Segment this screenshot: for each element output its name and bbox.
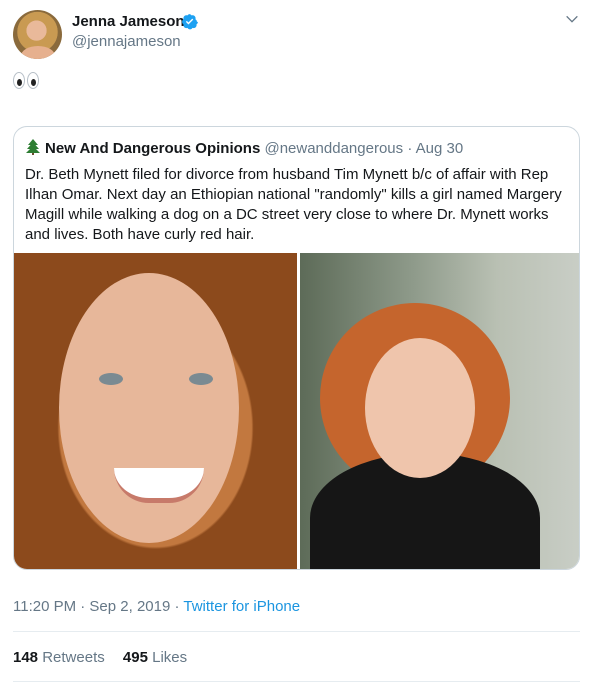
tweet-text — [13, 71, 41, 93]
retweets-count: 148 — [13, 649, 39, 666]
tweet-source-link[interactable]: Twitter for iPhone — [183, 598, 300, 615]
quoted-tweet[interactable]: New And Dangerous Opinions @newanddanger… — [13, 126, 580, 570]
divider — [13, 681, 580, 682]
quoted-date: · Aug 30 — [407, 140, 464, 157]
chevron-down-icon[interactable] — [564, 11, 580, 27]
quoted-author-name[interactable]: New And Dangerous Opinions — [45, 140, 260, 157]
avatar-shoulder — [21, 46, 55, 59]
likes-stat[interactable]: 495 Likes — [123, 649, 187, 666]
tweet-stats: 148 Retweets 495 Likes — [13, 649, 201, 666]
timestamp-text[interactable]: 11:20 PM · Sep 2, 2019 — [13, 598, 170, 615]
divider — [13, 631, 580, 632]
likes-label: Likes — [152, 649, 188, 666]
avatar[interactable] — [13, 10, 62, 59]
quoted-text: Dr. Beth Mynett filed for divorce from h… — [25, 166, 562, 243]
quoted-header: New And Dangerous Opinions @newanddanger… — [25, 139, 463, 157]
quoted-photo-2[interactable] — [300, 253, 579, 569]
quoted-author-handle[interactable]: @newanddangerous — [264, 140, 403, 157]
evergreen-tree-icon — [26, 139, 40, 155]
quoted-photo-1[interactable] — [14, 253, 297, 569]
photo-eye — [99, 373, 123, 385]
retweets-label: Retweets — [42, 649, 105, 666]
photo-face — [365, 338, 475, 478]
photo-eye — [189, 373, 213, 385]
photo-smile — [114, 468, 204, 503]
author-handle[interactable]: @jennajameson — [72, 33, 181, 50]
likes-count: 495 — [122, 649, 148, 666]
tweet-timestamp: 11:20 PM · Sep 2, 2019 · Twitter for iPh… — [13, 598, 300, 615]
author-name[interactable]: Jenna Jameson — [72, 13, 185, 30]
eyes-emoji-right — [27, 72, 39, 89]
verified-badge-icon — [182, 14, 198, 30]
timestamp-separator: · — [170, 598, 184, 615]
photo-face — [59, 273, 239, 543]
quoted-photos — [14, 253, 579, 569]
eyes-emoji-left — [13, 72, 25, 89]
retweets-stat[interactable]: 148 Retweets — [13, 649, 105, 666]
